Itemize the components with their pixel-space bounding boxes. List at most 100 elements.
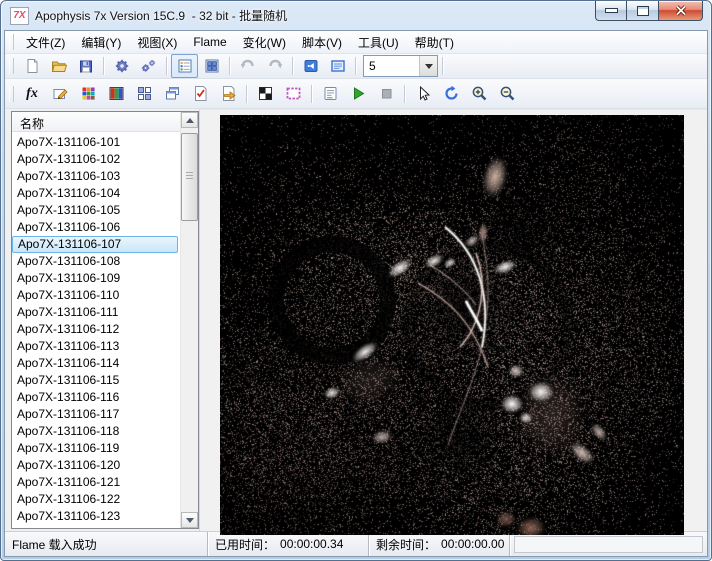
flame-list-item[interactable]: Apo7X-131106-120	[12, 457, 180, 474]
render-all-hand-icon	[220, 85, 237, 102]
adjust-button[interactable]	[46, 80, 74, 107]
elapsed-time-label: 已用时间：	[215, 536, 275, 553]
minimize-icon	[605, 8, 618, 13]
dropdown-button[interactable]	[419, 56, 437, 76]
gradient-button[interactable]	[74, 80, 102, 107]
flame-list-item[interactable]: Apo7X-131106-103	[12, 168, 180, 185]
cascade-windows-button[interactable]	[158, 80, 186, 107]
thumbnail-view-icon	[204, 58, 220, 74]
redo-button[interactable]	[261, 54, 288, 78]
menu-bar: 文件(Z)编辑(Y)视图(X)Flame变化(W)脚本(V)工具(U)帮助(T)	[5, 31, 707, 54]
render-check-icon	[192, 85, 209, 102]
title-bar[interactable]: 7X Apophysis 7x Version 15C.9 - 32 bit -…	[1, 1, 711, 30]
render-flame-button[interactable]	[186, 80, 214, 107]
flame-list-item[interactable]: Apo7X-131106-114	[12, 355, 180, 372]
flame-list-item[interactable]: Apo7X-131106-113	[12, 338, 180, 355]
flame-list-item[interactable]: Apo7X-131106-123	[12, 508, 180, 525]
list-scrollbar[interactable]	[181, 112, 198, 528]
zoom-in-icon	[471, 85, 488, 102]
render-all-button[interactable]	[214, 80, 242, 107]
main-area: 名称 Apo7X-131106-101Apo7X-131106-102Apo7X…	[5, 109, 707, 531]
zoom-in-button[interactable]	[465, 80, 493, 107]
flame-list-item[interactable]: Apo7X-131106-115	[12, 372, 180, 389]
flame-list-item[interactable]: Apo7X-131106-109	[12, 270, 180, 287]
flame-list-item[interactable]: Apo7X-131106-102	[12, 151, 180, 168]
flame-preview-canvas[interactable]	[220, 115, 684, 535]
palette-button[interactable]	[102, 80, 130, 107]
window-title: Apophysis 7x Version 15C.9 - 32 bit - 批量…	[35, 7, 287, 24]
menu-item[interactable]: Flame	[185, 32, 234, 52]
rotate-mode-button[interactable]	[437, 80, 465, 107]
undo-icon	[240, 58, 256, 74]
toolbar-grip	[9, 58, 14, 74]
fx-icon: fx	[26, 86, 38, 102]
random-batch-button[interactable]	[135, 54, 162, 78]
mutation-button[interactable]	[130, 80, 158, 107]
flame-list-item[interactable]: Apo7X-131106-106	[12, 219, 180, 236]
menu-item[interactable]: 脚本(V)	[294, 31, 350, 54]
editor-button[interactable]: fx	[18, 80, 46, 107]
flame-list-item[interactable]: Apo7X-131106-118	[12, 423, 180, 440]
flame-list-header[interactable]: 名称	[12, 112, 180, 132]
image-size-button[interactable]	[279, 80, 307, 107]
toolbar-separator	[246, 85, 247, 103]
flame-list-item[interactable]: Apo7X-131106-111	[12, 304, 180, 321]
menu-item[interactable]: 变化(W)	[235, 31, 294, 54]
zoom-out-button[interactable]	[493, 80, 521, 107]
toolbar-separator	[103, 57, 104, 75]
scroll-down-button[interactable]	[181, 512, 198, 528]
undo-button[interactable]	[234, 54, 261, 78]
flame-list-item[interactable]: Apo7X-131106-112	[12, 321, 180, 338]
checkerboard-icon	[257, 85, 274, 102]
messages-doc-icon	[322, 85, 339, 102]
list-view-button[interactable]	[171, 54, 198, 78]
toolbar-separator	[166, 57, 167, 75]
menu-item[interactable]: 工具(U)	[350, 31, 407, 54]
flame-list-item[interactable]: Apo7X-131106-105	[12, 202, 180, 219]
details-panel-button[interactable]	[324, 54, 351, 78]
toolbar-separator	[311, 85, 312, 103]
messages-button[interactable]	[316, 80, 344, 107]
flame-list-item[interactable]: Apo7X-131106-117	[12, 406, 180, 423]
flame-list-item[interactable]: Apo7X-131106-124	[12, 525, 180, 528]
gears-icon	[141, 58, 157, 74]
menu-item[interactable]: 帮助(T)	[407, 31, 462, 54]
scroll-up-button[interactable]	[181, 112, 198, 128]
menu-item[interactable]: 视图(X)	[129, 31, 185, 54]
play-icon	[350, 85, 367, 102]
toolbar-separator	[355, 57, 356, 75]
transparency-toggle-button[interactable]	[251, 80, 279, 107]
flame-list-item[interactable]: Apo7X-131106-107	[12, 236, 178, 253]
close-icon	[675, 5, 687, 16]
quality-dropdown-value: 5	[369, 59, 376, 73]
minimize-button[interactable]	[595, 1, 626, 21]
quality-dropdown[interactable]: 5	[363, 55, 438, 77]
random-flame-button[interactable]	[108, 54, 135, 78]
stop-render-button[interactable]	[372, 80, 400, 107]
select-mode-button[interactable]	[409, 80, 437, 107]
flame-list-item[interactable]: Apo7X-131106-108	[12, 253, 180, 270]
start-render-button[interactable]	[344, 80, 372, 107]
new-flame-button[interactable]	[18, 54, 45, 78]
scroll-thumb[interactable]	[181, 133, 198, 221]
scroll-track[interactable]	[181, 128, 198, 512]
save-button[interactable]	[72, 54, 99, 78]
remaining-time-value: 00:00:00.00	[441, 537, 504, 551]
restore-default-button[interactable]	[297, 54, 324, 78]
menu-item[interactable]: 编辑(Y)	[73, 31, 129, 54]
toolbar-separator	[292, 57, 293, 75]
progress-panel	[510, 532, 707, 556]
maximize-button[interactable]	[626, 1, 659, 21]
status-message: Flame 载入成功	[12, 536, 97, 553]
flame-list-item[interactable]: Apo7X-131106-122	[12, 491, 180, 508]
close-button[interactable]	[659, 1, 703, 21]
flame-list-item[interactable]: Apo7X-131106-119	[12, 440, 180, 457]
flame-list-item[interactable]: Apo7X-131106-101	[12, 134, 180, 151]
flame-list-item[interactable]: Apo7X-131106-121	[12, 474, 180, 491]
flame-list-item[interactable]: Apo7X-131106-110	[12, 287, 180, 304]
menu-item[interactable]: 文件(Z)	[18, 31, 73, 54]
open-button[interactable]	[45, 54, 72, 78]
flame-list-item[interactable]: Apo7X-131106-116	[12, 389, 180, 406]
thumbnail-view-button[interactable]	[198, 54, 225, 78]
flame-list-item[interactable]: Apo7X-131106-104	[12, 185, 180, 202]
